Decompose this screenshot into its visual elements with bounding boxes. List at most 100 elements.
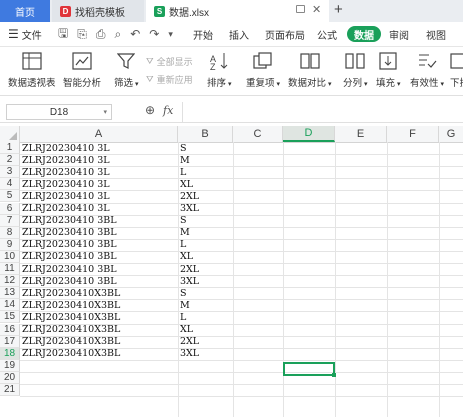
cell-b[interactable]: 3XL xyxy=(178,348,233,360)
cell-b[interactable]: S xyxy=(178,142,233,154)
dropdown-list-button[interactable]: 下拉 xyxy=(450,51,463,89)
cell-a[interactable]: ZLRJ20230410 3BL xyxy=(20,251,178,263)
cell-b[interactable]: 3XL xyxy=(178,275,233,287)
row-header[interactable]: 4 xyxy=(0,178,20,191)
row-header[interactable]: 20 xyxy=(0,371,20,384)
undo-icon[interactable]: ↶ xyxy=(130,27,140,41)
select-all-corner[interactable] xyxy=(0,126,20,142)
row-header[interactable]: 14 xyxy=(0,299,20,312)
row-header[interactable]: 21 xyxy=(0,384,20,397)
duplicates-button[interactable]: 重复项 ▾ xyxy=(246,51,280,89)
pivot-table-button[interactable]: 数据透视表 xyxy=(8,51,56,89)
cell-b[interactable]: 2XL xyxy=(178,263,233,275)
column-header-a[interactable]: A xyxy=(20,126,178,142)
cell-a[interactable]: ZLRJ20230410 3BL xyxy=(20,215,178,227)
cell-a[interactable]: ZLRJ20230410 3BL xyxy=(20,227,178,239)
row-header[interactable]: 19 xyxy=(0,359,20,372)
row-header[interactable]: 17 xyxy=(0,335,20,348)
new-tab-button[interactable]: + xyxy=(334,1,343,18)
window-restore-icon[interactable] xyxy=(296,5,305,13)
cell-a[interactable]: ZLRJ20230410 3BL xyxy=(20,239,178,251)
cell-a[interactable]: ZLRJ20230410X3BL xyxy=(20,299,178,311)
row-header[interactable]: 6 xyxy=(0,202,20,215)
cell-a[interactable]: ZLRJ20230410X3BL xyxy=(20,287,178,299)
row-header[interactable]: 2 xyxy=(0,154,20,167)
file-menu[interactable]: ☰ 文件 xyxy=(8,22,42,46)
row-header[interactable]: 8 xyxy=(0,226,20,239)
cell-b[interactable]: 2XL xyxy=(178,190,233,202)
cell-a[interactable] xyxy=(20,384,178,396)
validity-button[interactable]: 有效性 ▾ xyxy=(410,51,444,89)
fill-handle[interactable] xyxy=(332,373,336,377)
selected-cell-d18[interactable] xyxy=(283,362,336,377)
column-header-e[interactable]: E xyxy=(335,126,387,142)
cell-a[interactable]: ZLRJ20230410 3L xyxy=(20,203,178,215)
print-icon[interactable]: ⎙ xyxy=(96,27,106,42)
close-tab-icon[interactable]: ✕ xyxy=(312,3,321,16)
menu-page-layout[interactable]: 页面布局 xyxy=(265,22,305,46)
row-header[interactable]: 11 xyxy=(0,263,20,276)
row-header[interactable]: 9 xyxy=(0,238,20,251)
menu-view[interactable]: 视图 xyxy=(426,22,446,46)
name-box[interactable]: D18 ▾ xyxy=(6,104,112,120)
cell-b[interactable]: M xyxy=(178,299,233,311)
fill-button[interactable]: 填充 ▾ xyxy=(376,51,400,89)
cell-a[interactable]: ZLRJ20230410 3L xyxy=(20,142,178,154)
cell-a[interactable]: ZLRJ20230410X3BL xyxy=(20,311,178,323)
preview-icon[interactable]: ⌕ xyxy=(114,27,121,42)
column-header-b[interactable]: B xyxy=(178,126,233,142)
cell-b[interactable]: XL xyxy=(178,324,233,336)
cell-b[interactable]: XL xyxy=(178,178,233,190)
show-all-button[interactable]: ⛛ 全部显示 xyxy=(146,55,193,68)
formula-input[interactable] xyxy=(182,102,463,122)
smart-analysis-button[interactable]: 智能分析 xyxy=(63,51,101,89)
tab-home[interactable]: 首页 xyxy=(0,0,50,22)
redo-icon[interactable]: ↷ xyxy=(149,27,159,41)
cell-b[interactable]: 2XL xyxy=(178,336,233,348)
cell-b[interactable]: M xyxy=(178,227,233,239)
cell-b[interactable]: L xyxy=(178,239,233,251)
row-header[interactable]: 5 xyxy=(0,190,20,203)
menu-formula[interactable]: 公式 xyxy=(317,22,337,46)
data-compare-button[interactable]: 数据对比 ▾ xyxy=(288,51,331,89)
name-box-chevron-icon[interactable]: ▾ xyxy=(103,108,107,116)
cell-a[interactable]: ZLRJ20230410 3L xyxy=(20,166,178,178)
tab-templates[interactable]: D 找稻壳模板 xyxy=(52,0,144,22)
cell-a[interactable]: ZLRJ20230410 3L xyxy=(20,178,178,190)
cell-a[interactable]: ZLRJ20230410X3BL xyxy=(20,348,178,360)
cell-b[interactable] xyxy=(178,372,233,384)
cell-a[interactable]: ZLRJ20230410 3L xyxy=(20,190,178,202)
column-header-c[interactable]: C xyxy=(233,126,283,142)
menu-review[interactable]: 审阅 xyxy=(389,22,409,46)
sort-button[interactable]: AZ 排序 ▾ xyxy=(207,51,231,89)
row-header[interactable]: 15 xyxy=(0,311,20,324)
row-header[interactable]: 12 xyxy=(0,275,20,288)
row-header[interactable]: 10 xyxy=(0,250,20,263)
cell-b[interactable] xyxy=(178,360,233,372)
row-header[interactable]: 1 xyxy=(0,142,20,155)
row-header[interactable]: 3 xyxy=(0,166,20,179)
save-icon[interactable]: 🖫 xyxy=(58,24,68,45)
cell-a[interactable]: ZLRJ20230410X3BL xyxy=(20,324,178,336)
tab-spreadsheet[interactable]: S 数据.xlsx ✕ xyxy=(146,0,329,22)
more-chevron-icon[interactable]: ▾ xyxy=(168,29,173,40)
cell-a[interactable]: ZLRJ20230410 3BL xyxy=(20,263,178,275)
menu-insert[interactable]: 插入 xyxy=(229,22,249,46)
cell-a[interactable]: ZLRJ20230410 3L xyxy=(20,154,178,166)
split-column-button[interactable]: 分列 ▾ xyxy=(343,51,367,89)
cell-b[interactable]: M xyxy=(178,154,233,166)
cell-b[interactable]: XL xyxy=(178,251,233,263)
export-icon[interactable]: ⎘ xyxy=(77,27,87,42)
row-header[interactable]: 13 xyxy=(0,287,20,300)
menu-start[interactable]: 开始 xyxy=(193,22,213,46)
cell-b[interactable]: 3XL xyxy=(178,203,233,215)
cell-a[interactable] xyxy=(20,360,178,372)
cell-b[interactable]: S xyxy=(178,215,233,227)
cell-a[interactable]: ZLRJ20230410 3BL xyxy=(20,275,178,287)
insert-function-icon[interactable]: fx xyxy=(163,104,173,117)
row-header[interactable]: 18 xyxy=(0,347,20,360)
filter-button[interactable]: 筛选 ▾ xyxy=(114,51,138,89)
cell-a[interactable] xyxy=(20,372,178,384)
cell-a[interactable]: ZLRJ20230410X3BL xyxy=(20,336,178,348)
cell-b[interactable]: L xyxy=(178,311,233,323)
